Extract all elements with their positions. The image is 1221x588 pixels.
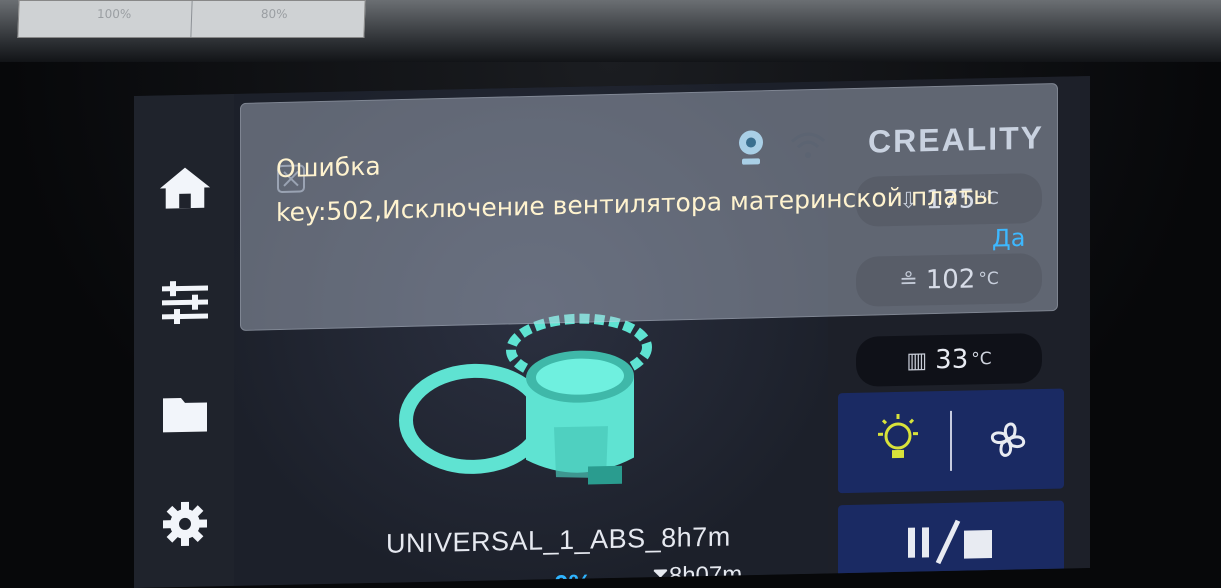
printer-frame-top: 100% 80% (0, 0, 1221, 62)
folder-icon (163, 398, 207, 433)
sidebar-item-settings[interactable] (158, 274, 212, 329)
dialog-title: Ошибка (276, 151, 381, 184)
camera-icon (739, 130, 763, 165)
sticker-table: 100% 80% (17, 0, 366, 38)
light-fan-controls (838, 388, 1064, 494)
dialog-confirm-button[interactable]: Да (992, 224, 1025, 253)
sidebar-item-system[interactable] (158, 496, 212, 551)
home-icon (159, 167, 211, 209)
fan-icon[interactable] (980, 411, 1036, 468)
sticker-left-value: 100% (96, 7, 132, 21)
error-dialog: Ошибка CREALITY key:502,Исключение венти… (240, 83, 1058, 331)
sidebar-item-home[interactable] (158, 160, 212, 215)
divider (950, 410, 952, 471)
dialog-message: key:502,Исключение вентилятора материнск… (276, 180, 993, 228)
brand-logo: CREALITY (868, 119, 1044, 160)
sliders-icon (162, 281, 208, 325)
sidebar-item-files[interactable] (158, 386, 212, 441)
sidebar (134, 93, 234, 588)
print-file-name: UNIVERSAL_1_ABS_8h7m (386, 521, 731, 559)
sticker-right-value: 80% (260, 7, 288, 21)
chamber-temp[interactable]: ▥ 33 °C (856, 332, 1042, 387)
lightbulb-icon[interactable] (868, 409, 928, 470)
pause-stop-icon[interactable] (904, 516, 1004, 578)
gear-icon (163, 501, 207, 547)
chamber-icon: ▥ (906, 347, 928, 374)
wifi-icon (791, 132, 825, 159)
